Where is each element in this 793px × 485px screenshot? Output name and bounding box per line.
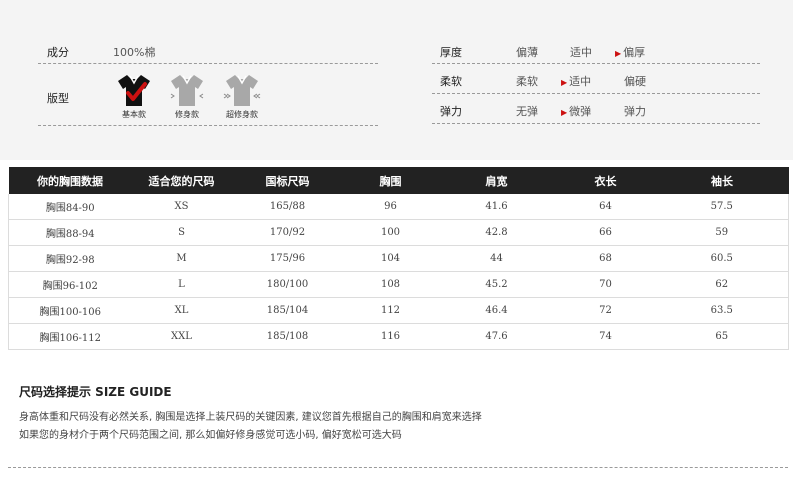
header-length: 衣长 [555, 167, 656, 194]
composition-label: 成分 [47, 46, 69, 59]
fit-caption-basic: 基本款 [122, 110, 146, 119]
selected-arrow-icon: ▶ [561, 108, 568, 117]
divider [38, 125, 378, 126]
elasticity-option-none: 无弹 [516, 105, 538, 118]
table-cell: 胸围100-106 [8, 297, 132, 324]
table-cell: 68 [555, 245, 656, 272]
header-shoulder: 肩宽 [437, 167, 556, 194]
slim-shirt-icon [170, 75, 204, 106]
elasticity-label: 弹力 [440, 105, 462, 118]
basic-shirt-icon [118, 75, 150, 106]
table-cell: 64 [555, 194, 656, 220]
extra-slim-shirt-icon [223, 75, 261, 106]
table-cell: 175/96 [231, 245, 344, 272]
fit-caption-slim: 修身款 [175, 110, 199, 119]
table-cell: L [131, 271, 232, 298]
table-cell: 胸围96-102 [8, 271, 132, 298]
table-cell: 60.5 [655, 245, 789, 272]
elasticity-option-slight: ▶ 微弹 [561, 105, 592, 118]
composition-value: 100%棉 [113, 46, 156, 59]
table-cell: 62 [655, 271, 789, 298]
table-cell: 45.2 [437, 271, 556, 298]
table-cell: 72 [555, 297, 656, 324]
header-bust: 胸围 [343, 167, 438, 194]
size-guide-line: 身高体重和尺码没有必然关系, 胸围是选择上装尺码的关键因素, 建议您首先根据自己… [19, 412, 482, 423]
elasticity-option-stretch: 弹力 [624, 105, 646, 118]
table-cell: 41.6 [437, 194, 556, 220]
header-suggested-size: 适合您的尺码 [131, 167, 232, 194]
table-cell: 46.4 [437, 297, 556, 324]
table-cell: 116 [343, 323, 438, 350]
size-chart-table: 你的胸围数据 适合您的尺码 国标尺码 胸围 肩宽 衣长 袖长 胸围84-90 X… [8, 167, 789, 350]
header-national-size: 国标尺码 [231, 167, 344, 194]
table-cell: 66 [555, 219, 656, 246]
thickness-option-thick: ▶ 偏厚 [615, 46, 646, 59]
table-cell: XS [131, 194, 232, 220]
header-sleeve: 袖长 [655, 167, 789, 194]
table-cell: 170/92 [231, 219, 344, 246]
table-row: 胸围84-90 XS 165/88 96 41.6 64 57.5 [8, 194, 789, 220]
table-cell: 112 [343, 297, 438, 324]
table-cell: S [131, 219, 232, 246]
size-guide-title: 尺码选择提示 SIZE GUIDE [19, 385, 172, 399]
softness-option-hard: 偏硬 [624, 75, 646, 88]
table-cell: XXL [131, 323, 232, 350]
table-cell: 74 [555, 323, 656, 350]
thickness-label: 厚度 [440, 46, 462, 59]
softness-label: 柔软 [440, 75, 462, 88]
table-cell: 59 [655, 219, 789, 246]
table-row: 胸围100-106 XL 185/104 112 46.4 72 63.5 [8, 297, 789, 324]
table-cell: 胸围88-94 [8, 219, 132, 246]
table-cell: M [131, 245, 232, 272]
table-header-row: 你的胸围数据 适合您的尺码 国标尺码 胸围 肩宽 衣长 袖长 [8, 167, 789, 194]
table-cell: 108 [343, 271, 438, 298]
selected-arrow-icon: ▶ [561, 78, 568, 87]
table-row: 胸围92-98 M 175/96 104 44 68 60.5 [8, 245, 789, 272]
fit-option-slim: 修身款 [162, 73, 212, 120]
divider [38, 63, 378, 64]
thickness-option-thin: 偏薄 [516, 46, 538, 59]
header-bust-data: 你的胸围数据 [8, 167, 132, 194]
table-cell: 185/104 [231, 297, 344, 324]
table-cell: 70 [555, 271, 656, 298]
table-cell: 57.5 [655, 194, 789, 220]
table-cell: 63.5 [655, 297, 789, 324]
table-cell: 96 [343, 194, 438, 220]
fit-option-basic: 基本款 [109, 73, 159, 120]
table-cell: 185/108 [231, 323, 344, 350]
selected-arrow-icon: ▶ [615, 49, 622, 58]
size-guide-line: 如果您的身材介于两个尺码范围之间, 那么如偏好修身感觉可选小码, 偏好宽松可选大… [19, 430, 402, 441]
table-row: 胸围96-102 L 180/100 108 45.2 70 62 [8, 271, 789, 298]
table-cell: 165/88 [231, 194, 344, 220]
table-cell: 65 [655, 323, 789, 350]
divider [432, 93, 760, 94]
table-cell: 胸围84-90 [8, 194, 132, 220]
table-cell: 104 [343, 245, 438, 272]
table-cell: XL [131, 297, 232, 324]
table-cell: 180/100 [231, 271, 344, 298]
softness-option-medium: ▶ 适中 [561, 75, 592, 88]
table-cell: 42.8 [437, 219, 556, 246]
table-cell: 44 [437, 245, 556, 272]
table-cell: 47.6 [437, 323, 556, 350]
fit-caption-extra-slim: 超修身款 [226, 110, 258, 119]
thickness-option-medium: 适中 [570, 46, 592, 59]
bottom-divider [8, 467, 788, 468]
table-cell: 胸围106-112 [8, 323, 132, 350]
divider [432, 63, 760, 64]
table-row: 胸围106-112 XXL 185/108 116 47.6 74 65 [8, 323, 789, 350]
softness-option-soft: 柔软 [516, 75, 538, 88]
table-cell: 胸围92-98 [8, 245, 132, 272]
fit-option-extra-slim: 超修身款 [217, 73, 267, 120]
fit-label: 版型 [47, 92, 69, 105]
divider [432, 123, 760, 124]
table-cell: 100 [343, 219, 438, 246]
table-row: 胸围88-94 S 170/92 100 42.8 66 59 [8, 219, 789, 246]
